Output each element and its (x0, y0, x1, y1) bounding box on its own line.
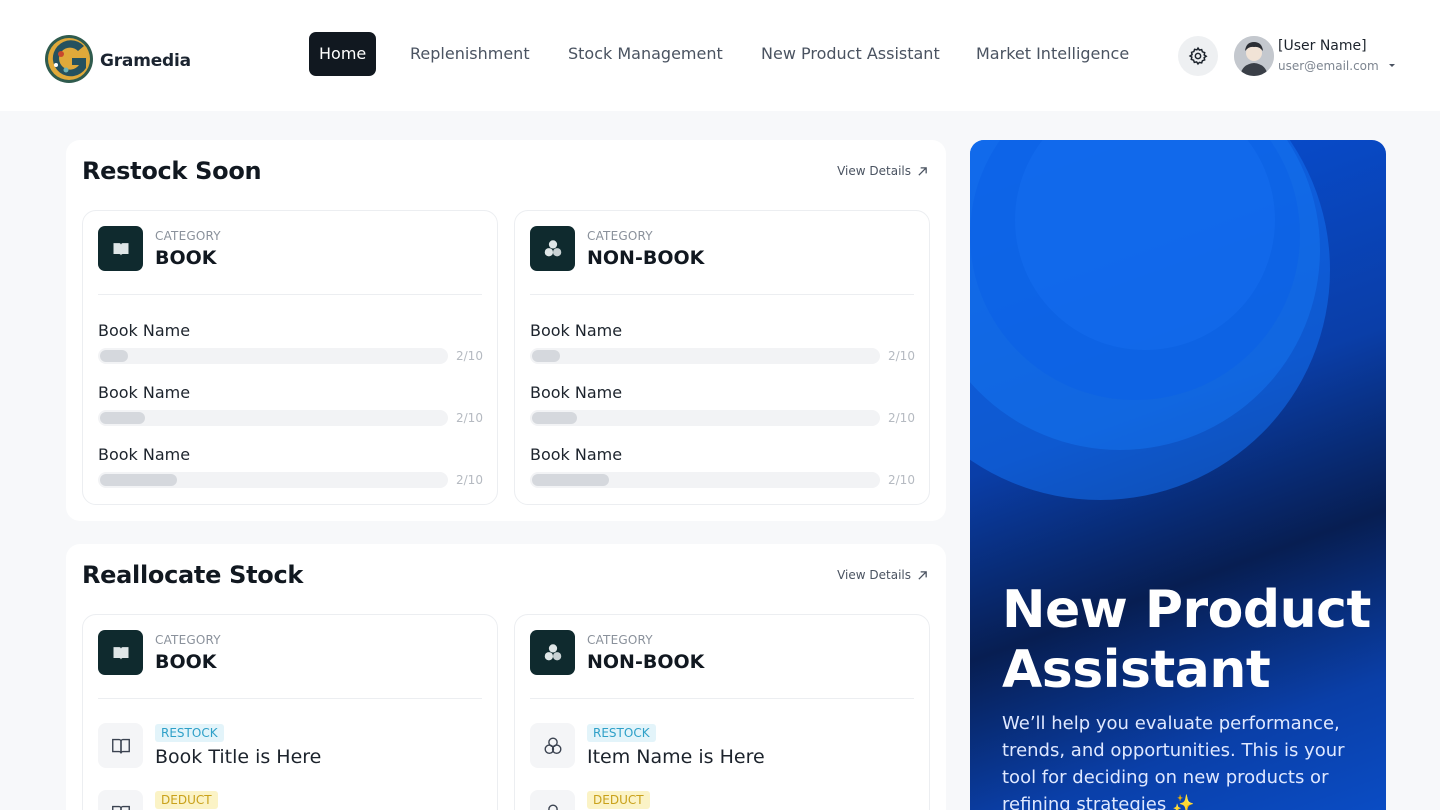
stock-progress-fill (532, 474, 609, 486)
new-product-assistant-promo[interactable]: New Product Assistant We’ll help you eva… (970, 140, 1386, 810)
deduct-tag: DEDUCT (155, 791, 218, 809)
restock-tag: RESTOCK (155, 724, 224, 742)
item-name: Book Name (98, 383, 191, 402)
person-icon (1234, 36, 1274, 76)
stock-progress-fill (100, 350, 128, 362)
reallocate-book-card: CATEGORY BOOK RESTOCK Book Title is Here… (82, 614, 498, 810)
item-name: Book Name (98, 321, 191, 340)
category-label: CATEGORY (587, 229, 653, 243)
reallocate-stock-panel: Reallocate Stock View Details CATEGORY B… (66, 544, 946, 810)
brand-name: Gramedia (100, 51, 191, 71)
row-icon-container (98, 790, 143, 810)
stock-progress-bar (530, 348, 880, 364)
restock-view-details-link[interactable]: View Details (837, 164, 928, 178)
restock-soon-panel: Restock Soon View Details CATEGORY BOOK … (66, 140, 946, 521)
stock-count: 2/10 (456, 349, 483, 363)
stock-count: 2/10 (888, 473, 915, 487)
item-name: Book Name (98, 445, 191, 464)
stock-count: 2/10 (888, 411, 915, 425)
gear-icon (1188, 46, 1208, 66)
row-title[interactable]: Item Name is Here (587, 746, 765, 768)
category-icon-container (98, 630, 143, 675)
category-label: CATEGORY (155, 633, 221, 647)
category-label: CATEGORY (155, 229, 221, 243)
stock-progress-fill (100, 412, 145, 424)
stock-count: 2/10 (888, 349, 915, 363)
shapes-outline-icon (547, 804, 558, 810)
promo-title: New Product Assistant (1002, 580, 1371, 700)
item-name: Book Name (530, 383, 623, 402)
row-icon-container (98, 723, 143, 768)
stock-count: 2/10 (456, 473, 483, 487)
stock-progress-bar (98, 410, 448, 426)
book-outline-icon (111, 738, 130, 753)
category-icon-container (98, 226, 143, 271)
reallocate-nonbook-card: CATEGORY NON-BOOK RESTOCK Item Name is H… (514, 614, 930, 810)
stock-progress-bar (530, 472, 880, 488)
stock-progress-fill (100, 474, 177, 486)
user-avatar[interactable] (1234, 36, 1274, 76)
book-icon (113, 646, 128, 660)
category-icon-container (530, 630, 575, 675)
shapes-icon (544, 239, 561, 256)
shapes-icon (544, 643, 561, 660)
stock-progress-bar (530, 410, 880, 426)
card-divider (98, 294, 482, 295)
book-outline-icon (111, 805, 130, 810)
reallocate-stock-title: Reallocate Stock (82, 561, 304, 589)
top-header: Gramedia Home Replenishment Stock Manage… (0, 0, 1440, 111)
item-name: Book Name (530, 445, 623, 464)
view-details-label: View Details (837, 568, 911, 582)
nav-new-product-assistant[interactable]: New Product Assistant (751, 32, 950, 76)
row-title[interactable]: Book Title is Here (155, 746, 321, 768)
stock-progress-bar (98, 348, 448, 364)
gramedia-logo-icon (45, 35, 93, 83)
arrow-up-right-icon (918, 570, 927, 580)
stock-progress-bar (98, 472, 448, 488)
restock-book-card: CATEGORY BOOK Book Name 2/10 Book Name 2… (82, 210, 498, 505)
restock-soon-title: Restock Soon (82, 157, 262, 185)
item-name: Book Name (530, 321, 623, 340)
book-icon (113, 242, 128, 256)
nav-market-intelligence[interactable]: Market Intelligence (966, 32, 1139, 76)
category-value: BOOK (155, 247, 217, 269)
category-value: NON-BOOK (587, 651, 705, 673)
shapes-outline-icon (544, 737, 561, 754)
nav-replenishment[interactable]: Replenishment (400, 32, 540, 76)
nav-home[interactable]: Home (309, 32, 377, 76)
user-email: user@email.com (1278, 59, 1379, 73)
card-divider (98, 698, 482, 699)
stock-progress-fill (532, 350, 560, 362)
restock-tag: RESTOCK (587, 724, 656, 742)
restock-nonbook-card: CATEGORY NON-BOOK Book Name 2/10 Book Na… (514, 210, 930, 505)
promo-description: We’ll help you evaluate performance, tre… (1002, 713, 1345, 810)
user-name[interactable]: [User Name] (1278, 38, 1367, 54)
category-icon-container (530, 226, 575, 271)
view-details-label: View Details (837, 164, 911, 178)
row-icon-container (530, 723, 575, 768)
card-divider (530, 294, 914, 295)
stock-progress-fill (532, 412, 577, 424)
nav-stock-management[interactable]: Stock Management (558, 32, 733, 76)
stock-count: 2/10 (456, 411, 483, 425)
arrow-up-right-icon (918, 166, 927, 176)
brand-logo[interactable]: Gramedia (44, 32, 191, 86)
settings-button[interactable] (1178, 36, 1218, 76)
reallocate-view-details-link[interactable]: View Details (837, 568, 928, 582)
category-value: BOOK (155, 651, 217, 673)
card-divider (530, 698, 914, 699)
deduct-tag: DEDUCT (587, 791, 650, 809)
category-label: CATEGORY (587, 633, 653, 647)
caret-down-icon[interactable] (1386, 59, 1398, 71)
category-value: NON-BOOK (587, 247, 705, 269)
row-icon-container (530, 790, 575, 810)
